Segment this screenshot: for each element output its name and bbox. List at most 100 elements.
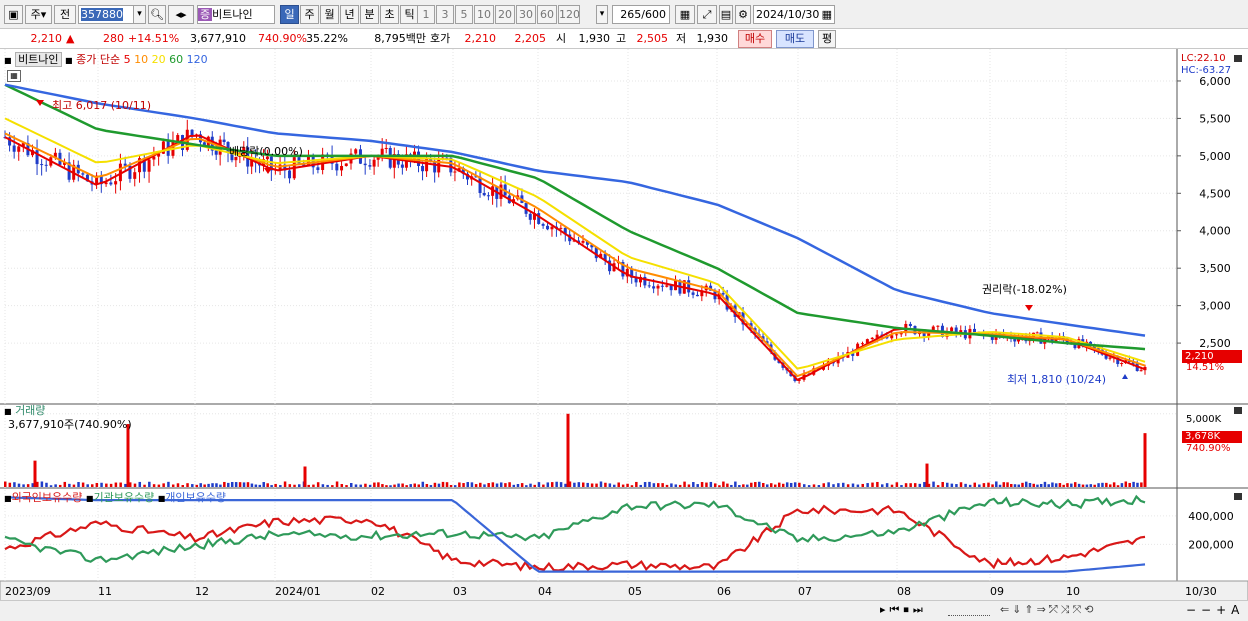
ma-period-label[interactable]: 5 (124, 53, 135, 66)
chart-area[interactable]: 2023/09 11 12 2024/01 02 03 04 05 06 07 08 09 10 10/3… (0, 49, 1248, 621)
period-tab[interactable]: 일 (280, 5, 299, 24)
volume-bar (1128, 482, 1131, 487)
chart-canvas[interactable]: 2023/09 11 12 2024/01 02 03 04 05 06 07 08 09 10 10/3… (0, 49, 1248, 601)
volume-bar (1070, 483, 1073, 487)
code-dropdown-icon[interactable]: ▾ (133, 5, 146, 24)
date-field[interactable]: 2024/10/30 ▦ (753, 5, 835, 24)
volume-bar (904, 483, 908, 487)
interval-tab[interactable]: 30 (516, 5, 536, 24)
volume-bar (964, 483, 967, 487)
speaker-icon[interactable]: ◂▸ (168, 5, 194, 24)
interval-tab[interactable]: 120 (558, 5, 580, 24)
stock-name: 비트나인 (212, 8, 253, 21)
volume-bar (687, 484, 691, 487)
volume-bar (91, 484, 94, 487)
period-prev-button[interactable]: 전 (54, 5, 76, 24)
ma-title[interactable]: 종가 단순 (76, 53, 120, 66)
eval-button[interactable]: 평 (818, 30, 836, 48)
volume-bar (63, 481, 67, 487)
pane-close-icon[interactable] (1234, 55, 1242, 62)
holding-legend-item[interactable]: 외국인보유수량 (12, 491, 86, 504)
volume-bar (881, 484, 884, 487)
volume-bar (1108, 484, 1112, 487)
volume-bar (1132, 481, 1135, 487)
high-price: 2,505 (636, 32, 669, 45)
volume-bar (298, 484, 301, 487)
data-count-field[interactable]: 265/600 (612, 5, 670, 24)
volume-bar (807, 485, 811, 487)
low-label: 저 (676, 32, 687, 45)
scroll-buttons[interactable]: ▸⏮⏹⏭ (880, 603, 927, 617)
toolbar: ▣ 주▾ 전 357880 ▾ 🔍︎ ◂▸ 증 비트나인 일주월년분초틱 1351… (0, 0, 1248, 29)
period-tab[interactable]: 월 (320, 5, 339, 24)
ma-period-label[interactable]: 120 (187, 53, 208, 66)
volume-bar (283, 481, 287, 487)
interval-tab[interactable]: 3 (436, 5, 454, 24)
pane-close-icon[interactable] (1234, 407, 1242, 414)
candle-body (687, 280, 691, 293)
candle-body (647, 285, 651, 287)
interval-dropdown-icon[interactable]: ▾ (596, 5, 608, 24)
interval-tab[interactable]: 20 (495, 5, 515, 24)
volume-bar (550, 482, 554, 487)
y-tick-label: 5,500 (1199, 112, 1231, 125)
search-icon[interactable]: 🔍︎ (148, 5, 166, 24)
quote-label: 호가 (430, 32, 451, 45)
candle-icon[interactable]: ▦ (675, 5, 695, 24)
save-icon[interactable]: ▤ (719, 5, 733, 24)
candle-body (691, 292, 695, 295)
pane-close-icon[interactable] (1234, 493, 1242, 500)
volume-bar (762, 482, 765, 487)
ma-period-label[interactable]: 60 (169, 53, 187, 66)
volume-title[interactable]: 거래량 (15, 404, 45, 417)
market-select[interactable]: 주▾ (25, 5, 52, 24)
scale-buttons[interactable]: −−+A (1186, 603, 1244, 617)
interval-tab[interactable]: 1 (417, 5, 435, 24)
interval-tab[interactable]: 60 (537, 5, 557, 24)
volume-bar (871, 482, 874, 487)
holding-legend-item[interactable]: 기관보유수량 (93, 491, 157, 504)
table-toggle-icon[interactable]: ▦ (7, 70, 21, 82)
volume: 3,677,910 (190, 32, 246, 45)
period-tab[interactable]: 분 (360, 5, 379, 24)
buy-button[interactable]: 매수 (738, 30, 772, 48)
ma-period-label[interactable]: 10 (134, 53, 152, 66)
volume-bar (982, 483, 986, 487)
gear-icon[interactable]: ⚙ (735, 5, 751, 24)
volume-bar (462, 483, 465, 487)
ma-period-labels: 5 10 20 60 120 (124, 53, 208, 66)
volume-bar (479, 482, 482, 487)
volume-bar (738, 485, 741, 487)
volume-bar (40, 481, 44, 487)
interval-tab[interactable]: 5 (455, 5, 473, 24)
volume-bar (219, 484, 222, 487)
zoom-buttons[interactable]: ⇐⇓⇑⇒⤱⤨⤧⟲ (1000, 603, 1096, 617)
volume-spike (566, 413, 570, 487)
quote-bar: 2,210 ▲ 280 +14.51% 3,677,910 740.90% 35… (0, 29, 1248, 49)
candle-body (669, 285, 673, 291)
sell-button[interactable]: 매도 (776, 30, 814, 48)
period-tab[interactable]: 초 (380, 5, 399, 24)
price-series-name[interactable]: 비트나인 (15, 52, 62, 67)
draw-icon[interactable]: ⤢ (697, 5, 717, 24)
volume-bar (923, 482, 926, 487)
volume-bar (385, 485, 388, 487)
volume-bar (978, 484, 981, 487)
y-tick-label: 4,500 (1199, 187, 1231, 200)
volume-bar (866, 483, 869, 487)
holding-legend-item[interactable]: 개인보유수량 (165, 491, 226, 504)
volume-bar (157, 484, 161, 487)
period-tab[interactable]: 주 (300, 5, 319, 24)
volume-bar (621, 484, 625, 487)
volume-bar (512, 484, 516, 487)
calendar-icon[interactable]: ▦ (822, 6, 832, 23)
interval-tab[interactable]: 10 (474, 5, 494, 24)
period-tab[interactable]: 년 (340, 5, 359, 24)
volume-bar (13, 482, 16, 487)
chart-window-icon[interactable]: ▣ (4, 5, 23, 24)
candle-body (340, 165, 344, 171)
stock-name-field[interactable]: 증 비트나인 (197, 5, 275, 24)
volume-bar (1066, 483, 1069, 487)
ma-period-label[interactable]: 20 (152, 53, 170, 66)
scroll-slider[interactable] (948, 604, 990, 616)
